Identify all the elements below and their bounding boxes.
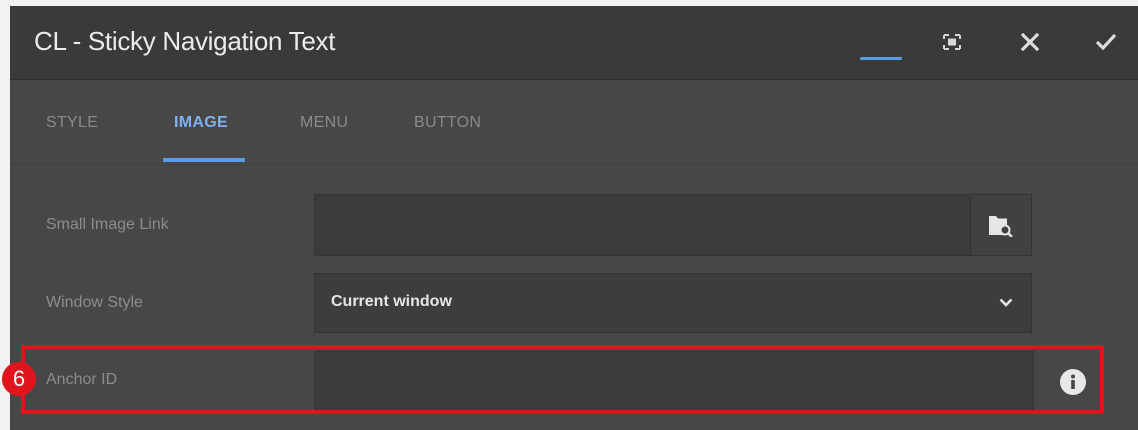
fullscreen-button[interactable] bbox=[932, 22, 972, 62]
close-button[interactable] bbox=[1010, 22, 1050, 62]
fullscreen-icon bbox=[943, 34, 961, 50]
checkmark-icon bbox=[1095, 33, 1117, 51]
tab-image[interactable]: IMAGE bbox=[174, 114, 228, 132]
window-style-value: Current window bbox=[331, 293, 452, 310]
annotation-highlight-box bbox=[21, 345, 1104, 414]
active-tab-indicator bbox=[163, 158, 245, 162]
dialog-title: CL - Sticky Navigation Text bbox=[34, 26, 336, 56]
tab-menu[interactable]: MENU bbox=[300, 114, 348, 132]
tab-button[interactable]: BUTTON bbox=[414, 114, 481, 132]
small-image-link-label: Small Image Link bbox=[46, 216, 169, 233]
window-style-label: Window Style bbox=[46, 294, 143, 311]
folder-search-icon bbox=[989, 216, 1013, 237]
minimize-icon[interactable] bbox=[860, 57, 902, 60]
small-image-link-input[interactable] bbox=[314, 194, 971, 256]
window-style-select[interactable]: Current window bbox=[314, 273, 1032, 333]
step-number-badge: 6 bbox=[2, 362, 36, 396]
browse-asset-button[interactable] bbox=[970, 194, 1032, 256]
confirm-button[interactable] bbox=[1086, 22, 1126, 62]
tab-style[interactable]: STYLE bbox=[46, 114, 98, 132]
tab-bar: STYLE IMAGE MENU BUTTON bbox=[10, 80, 1138, 165]
chevron-down-icon bbox=[999, 298, 1013, 307]
close-icon bbox=[1021, 33, 1039, 51]
dialog: CL - Sticky Navigation Text STYLE IMAGE … bbox=[10, 6, 1138, 430]
dialog-titlebar: CL - Sticky Navigation Text bbox=[10, 6, 1138, 80]
